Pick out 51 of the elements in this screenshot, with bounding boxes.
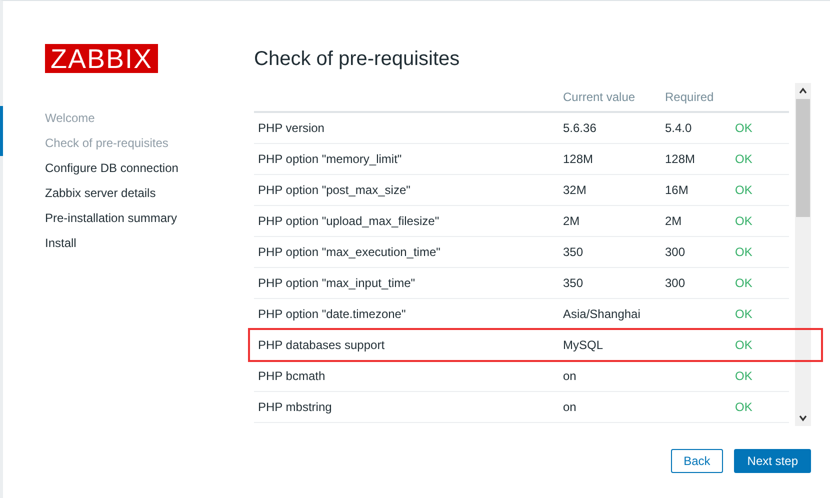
status-text: OK <box>735 338 752 352</box>
status-text: OK <box>735 214 752 228</box>
table-cell: 350 <box>563 245 584 259</box>
status-text: OK <box>735 400 752 414</box>
table-cell-text: PHP version <box>257 121 326 135</box>
status-text: OK <box>735 152 752 166</box>
next-button[interactable]: Next step <box>734 449 811 473</box>
status-text: OK <box>735 183 752 197</box>
wizard-step: Configure DB connection <box>3 156 254 181</box>
table-cell-text: PHP option "max_execution_time" <box>257 245 442 259</box>
wizard-step: Zabbix server details <box>3 181 254 206</box>
table-cell: 5.4.0 <box>665 121 692 135</box>
table-cell: 128M <box>563 152 594 166</box>
table-cell-text: PHP option "max_input_time" <box>257 276 416 290</box>
table-cell: 300 <box>665 245 686 259</box>
table-cell-text: PHP option "memory_limit" <box>257 152 403 166</box>
column-header: Required <box>665 90 715 104</box>
table-cell: 2M <box>563 214 580 228</box>
table-cell: on <box>563 369 576 383</box>
table-cell: 300 <box>665 276 686 290</box>
table-cell: Asia/Shanghai <box>563 307 640 321</box>
scroll-down-icon[interactable] <box>798 413 808 423</box>
wizard-step: Install <box>3 231 254 256</box>
table-cell-text: PHP mbstring <box>257 400 333 414</box>
wizard-step: Welcome <box>0 106 254 131</box>
table-cell: 2M <box>665 214 682 228</box>
column-header: Current value <box>563 90 636 104</box>
table-cell-text: PHP bcmath <box>257 369 326 383</box>
status-text: OK <box>735 369 752 383</box>
zabbix-logo: ZABBIX <box>45 44 158 73</box>
table-cell: 128M <box>665 152 696 166</box>
back-button[interactable]: Back <box>670 449 724 473</box>
table-cell: 32M <box>563 183 586 197</box>
table-cell: on <box>563 400 576 414</box>
table-cell-text: PHP option "upload_max_filesize" <box>257 214 440 228</box>
scroll-up-icon[interactable] <box>798 86 808 96</box>
table-cell: 350 <box>563 276 584 290</box>
status-text: OK <box>735 307 752 321</box>
wizard-step: Check of pre-requisites <box>0 131 254 156</box>
scrollbar[interactable] <box>795 83 811 426</box>
status-text: OK <box>735 121 752 135</box>
table-cell-text: PHP option "post_max_size" <box>257 183 412 197</box>
status-text: OK <box>735 245 752 259</box>
status-text: OK <box>735 276 752 290</box>
table-cell: 5.6.36 <box>563 121 596 135</box>
table-cell-text: PHP option "date.timezone" <box>257 307 407 321</box>
wizard-step: Pre-installation summary <box>3 206 254 231</box>
table-cell: MySQL <box>563 338 604 352</box>
page-title: Check of pre-requisites <box>254 47 461 71</box>
table-cell: 16M <box>665 183 688 197</box>
table-cell-text: PHP databases support <box>257 338 386 352</box>
